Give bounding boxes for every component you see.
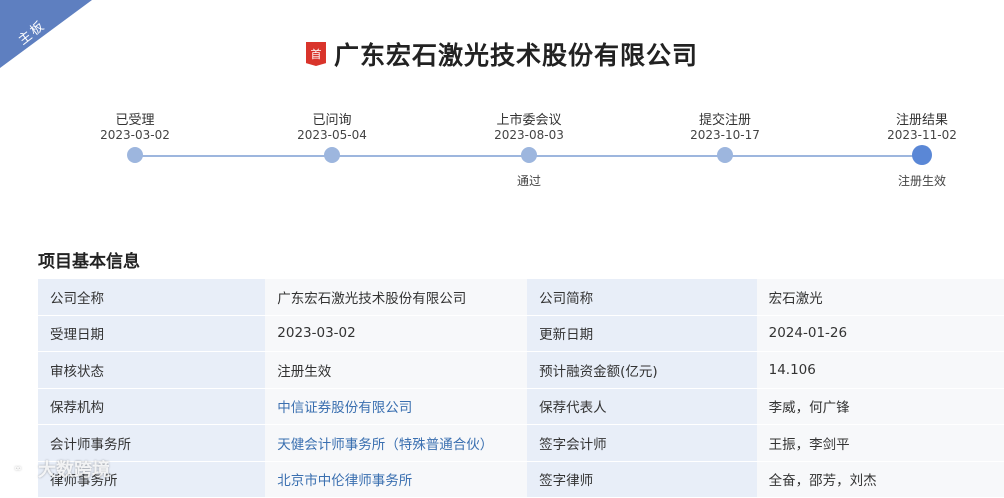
timeline-dot-current [912, 145, 932, 165]
timeline-step-label: 已问询 [312, 113, 352, 128]
timeline-step-label: 提交注册 [698, 113, 751, 128]
key-cell: 签字律师 [527, 461, 757, 498]
sponsor-link[interactable]: 中信证券股份有限公司 [265, 388, 528, 425]
timeline-dot [324, 147, 340, 163]
key-cell: 签字会计师 [527, 424, 757, 462]
value-cell: 14.106 [756, 351, 1004, 389]
accounting-firm-link[interactable]: 天健会计师事务所（特殊普通合伙） [265, 424, 528, 462]
value-cell: 全奋，邵芳，刘杰 [756, 461, 1004, 498]
timeline-step-label: 已受理 [115, 113, 155, 128]
value-cell: 王振，李剑平 [756, 424, 1004, 462]
timeline-dot [521, 147, 537, 163]
law-firm-link[interactable]: 北京市中伦律师事务所 [265, 461, 528, 498]
timeline-step-date: 2023-05-04 [297, 128, 367, 142]
key-cell: 公司全称 [38, 279, 266, 316]
table-row: 公司全称 广东宏石激光技术股份有限公司 公司简称 宏石激光 [38, 279, 1004, 316]
timeline-step-date: 2023-10-17 [690, 128, 760, 142]
timeline-dot [127, 147, 143, 163]
key-cell: 预计融资金额(亿元) [527, 351, 757, 389]
key-cell: 审核状态 [38, 351, 266, 389]
table-row: 保荐机构 中信证券股份有限公司 保荐代表人 李威，何广锋 [38, 388, 1004, 425]
timeline-step-date: 2023-11-02 [887, 128, 957, 142]
value-cell: 宏石激光 [756, 279, 1004, 316]
table-row: 审核状态 注册生效 预计融资金额(亿元) 14.106 [38, 351, 1004, 389]
watermark-text: 大数跨境 [38, 460, 110, 481]
timeline-step-date: 2023-03-02 [100, 128, 170, 142]
key-cell: 保荐代表人 [527, 388, 757, 425]
progress-timeline: 已受理 2023-03-02 已问询 2023-05-04 上市委会议 2023… [0, 0, 1004, 200]
timeline-dot [717, 147, 733, 163]
value-cell: 2023-03-02 [265, 315, 528, 352]
value-cell: 广东宏石激光技术股份有限公司 [265, 279, 528, 316]
key-cell: 受理日期 [38, 315, 266, 352]
section-title: 项目基本信息 [38, 252, 140, 272]
key-cell: 更新日期 [527, 315, 757, 352]
key-cell: 公司简称 [527, 279, 757, 316]
timeline-step-label: 注册结果 [895, 113, 948, 128]
table-row: 会计师事务所 天健会计师事务所（特殊普通合伙） 签字会计师 王振，李剑平 [38, 424, 1004, 462]
watermark-logo-icon: ∞ [4, 459, 32, 479]
key-cell: 保荐机构 [38, 388, 266, 425]
table-row: 受理日期 2023-03-02 更新日期 2024-01-26 [38, 315, 1004, 352]
watermark: ∞ 大数跨境 [4, 456, 110, 482]
timeline-step-label: 上市委会议 [496, 113, 562, 128]
value-cell: 2024-01-26 [756, 315, 1004, 352]
value-cell: 注册生效 [265, 351, 528, 389]
timeline-step-note: 通过 [516, 174, 541, 188]
timeline-step-note: 注册生效 [897, 174, 946, 188]
timeline-step-date: 2023-08-03 [494, 128, 564, 142]
table-row: 律师事务所 北京市中伦律师事务所 签字律师 全奋，邵芳，刘杰 [38, 461, 1004, 498]
project-info-table: 公司全称 广东宏石激光技术股份有限公司 公司简称 宏石激光 受理日期 2023-… [38, 279, 1004, 498]
value-cell: 李威，何广锋 [756, 388, 1004, 425]
